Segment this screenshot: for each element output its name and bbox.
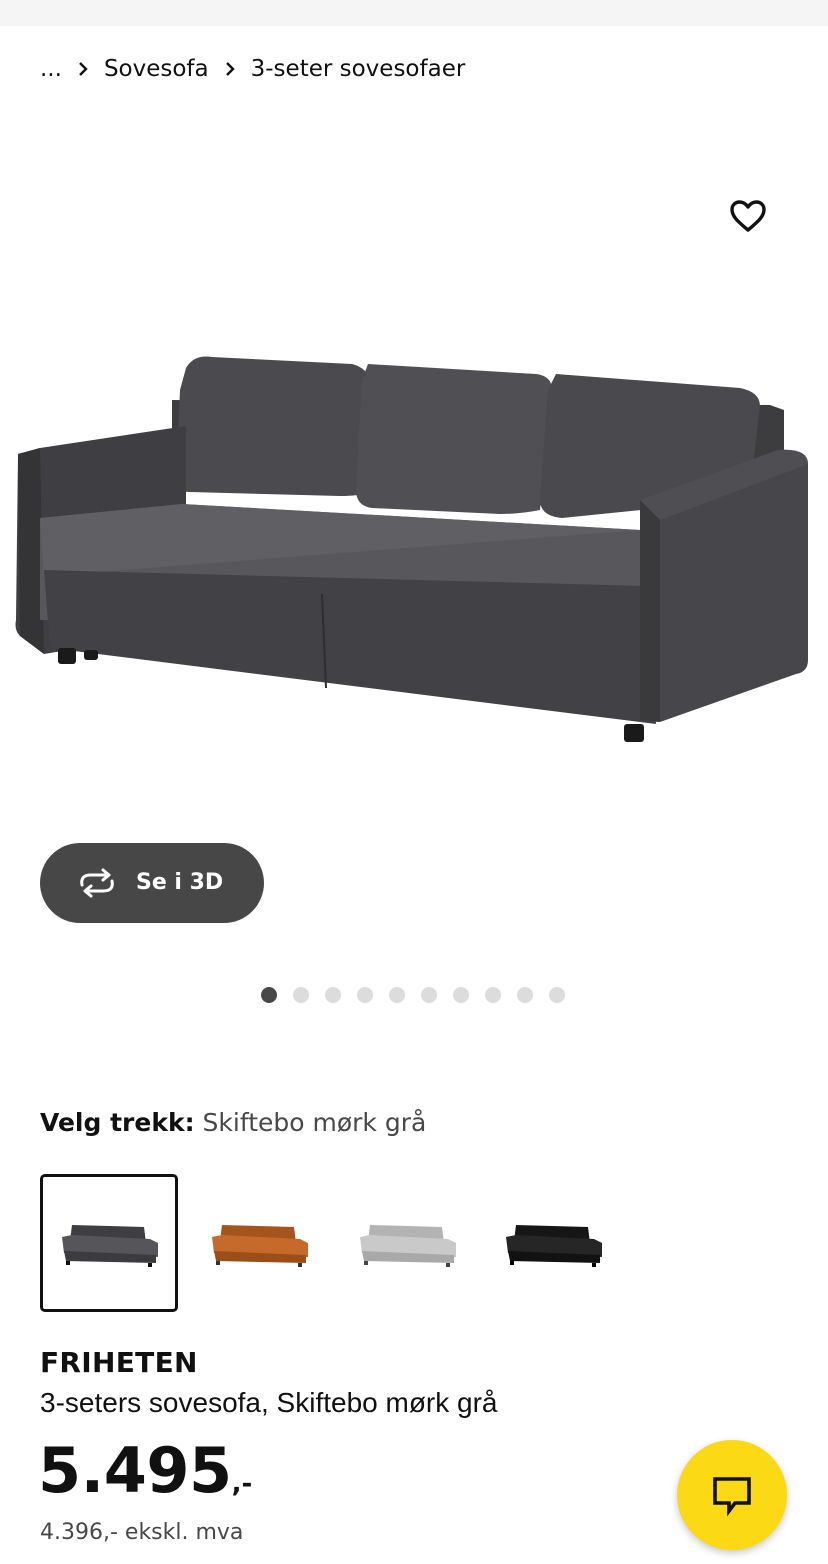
- rotate-3d-icon: [80, 868, 114, 898]
- variant-swatch-brown[interactable]: [190, 1174, 328, 1312]
- heart-outline-icon: [730, 200, 766, 232]
- chevron-right-icon: [70, 62, 96, 76]
- sofa-thumbnail: [62, 1225, 158, 1267]
- carousel-dot[interactable]: [517, 987, 533, 1003]
- product-description: 3-seters sovesofa, Skiftebo mørk grå: [40, 1387, 498, 1418]
- carousel-dot[interactable]: [453, 987, 469, 1003]
- product-image[interactable]: [0, 330, 828, 770]
- product-name: FRIHETEN: [40, 1346, 198, 1379]
- chat-bubble-icon: [713, 1477, 751, 1517]
- carousel-dot[interactable]: [293, 987, 309, 1003]
- chat-button[interactable]: [677, 1440, 787, 1550]
- carousel-dot[interactable]: [325, 987, 341, 1003]
- variant-value: Skiftebo mørk grå: [202, 1108, 427, 1137]
- variant-key: Velg trekk:: [40, 1108, 195, 1137]
- sofa-thumbnail: [360, 1225, 456, 1267]
- breadcrumb-ellipsis[interactable]: ...: [40, 56, 62, 82]
- price-amount: 5.495: [38, 1434, 232, 1507]
- breadcrumb-item-sovesofa[interactable]: Sovesofa: [104, 56, 209, 82]
- variant-swatch-light-grey[interactable]: [338, 1174, 476, 1312]
- carousel-dot[interactable]: [421, 987, 437, 1003]
- price-excl-vat: 4.396,- ekskl. mva: [40, 1520, 244, 1545]
- top-strip: [0, 0, 828, 26]
- carousel-dot[interactable]: [357, 987, 373, 1003]
- favorite-button[interactable]: [724, 192, 772, 240]
- variant-swatch-dark-grey[interactable]: [40, 1174, 178, 1312]
- view-in-3d-label: Se i 3D: [136, 870, 224, 895]
- price-suffix: ,-: [231, 1469, 253, 1499]
- carousel-dot[interactable]: [389, 987, 405, 1003]
- variant-selector-label: Velg trekk: Skiftebo mørk grå: [40, 1108, 426, 1137]
- breadcrumb-item-3-seter[interactable]: 3-seter sovesofaer: [251, 56, 466, 82]
- carousel-dot[interactable]: [485, 987, 501, 1003]
- breadcrumb: ... Sovesofa 3-seter sovesofaer: [40, 52, 465, 86]
- carousel-dot[interactable]: [549, 987, 565, 1003]
- sofa-thumbnail: [506, 1225, 602, 1267]
- product-price: 5.495,-: [38, 1434, 252, 1507]
- carousel-dot[interactable]: [261, 987, 277, 1003]
- sofa-thumbnail: [212, 1225, 308, 1267]
- variant-swatch-black[interactable]: [484, 1174, 622, 1312]
- chevron-right-icon: [217, 62, 243, 76]
- image-carousel-dots: [261, 986, 581, 1004]
- view-in-3d-button[interactable]: Se i 3D: [40, 843, 264, 923]
